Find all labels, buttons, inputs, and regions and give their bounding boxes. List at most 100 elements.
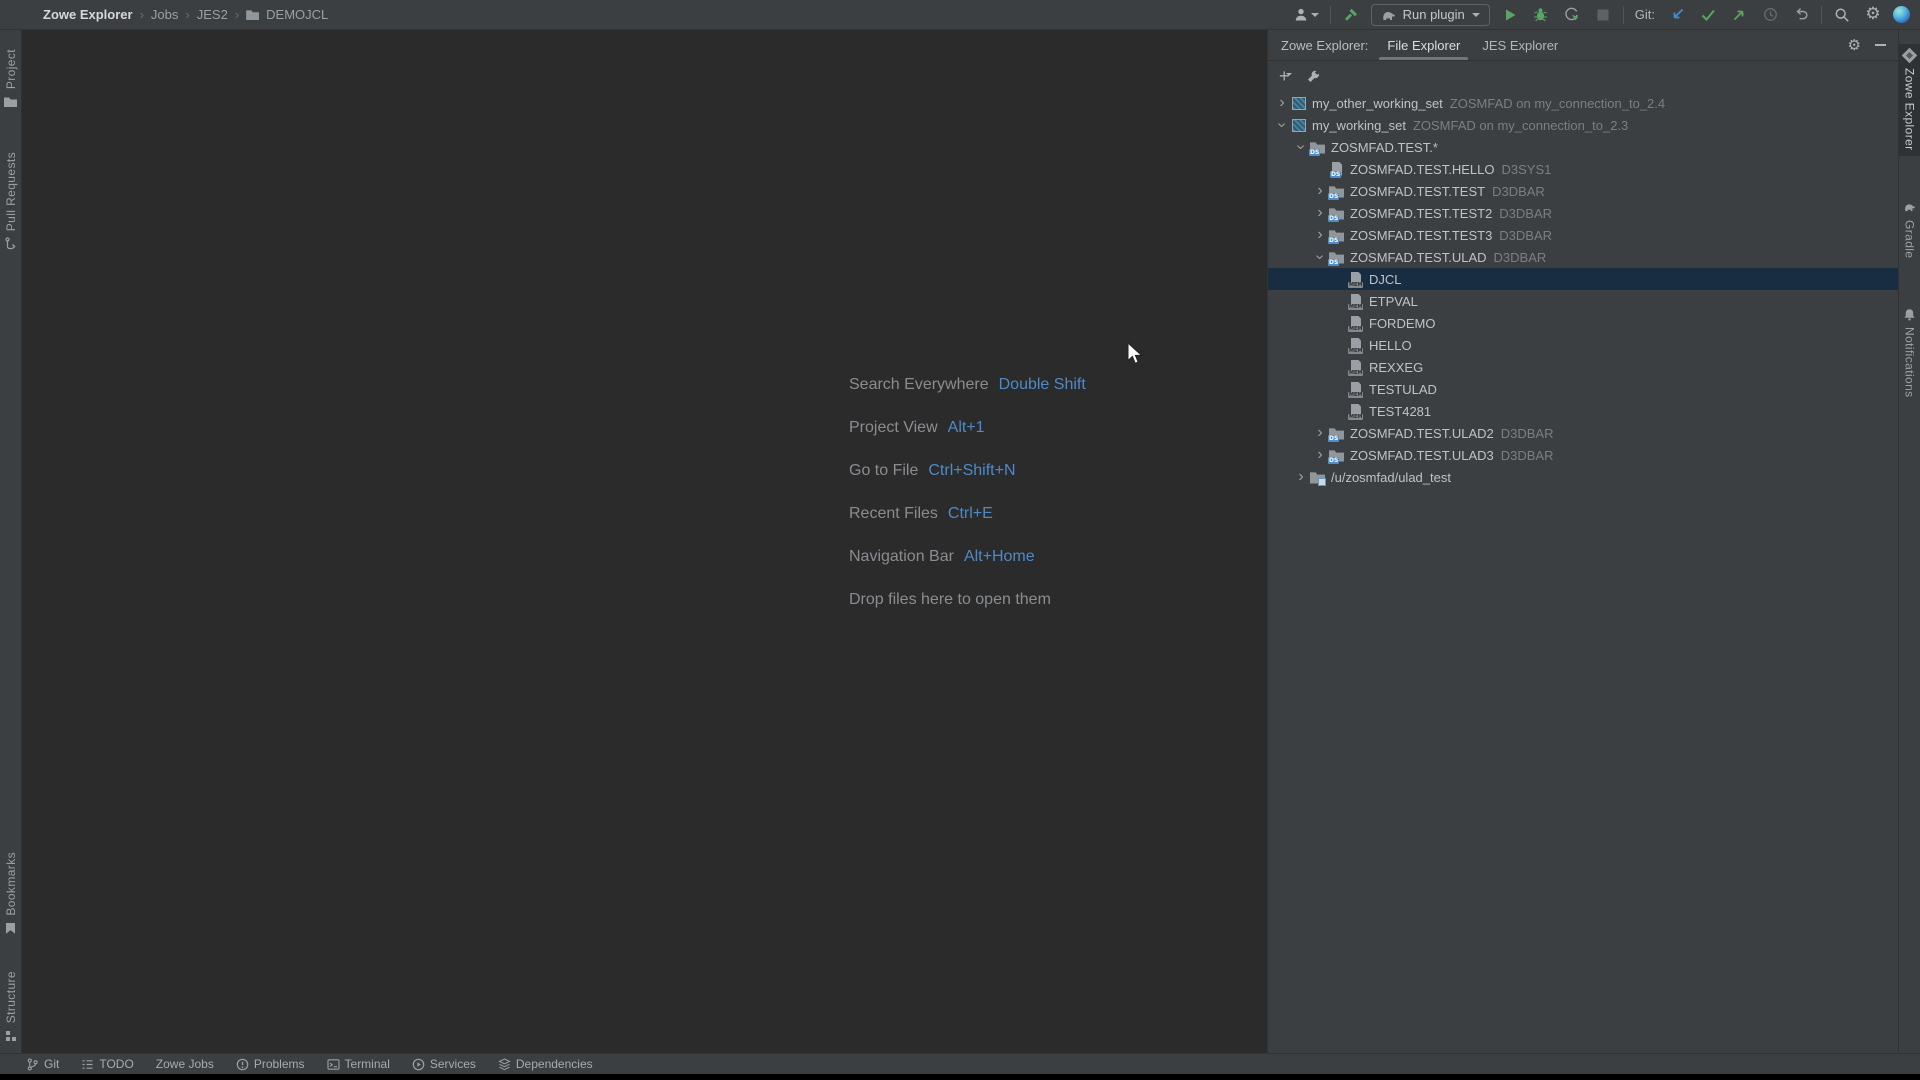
panel-toolbar: + xyxy=(1268,61,1898,92)
tree-row[interactable]: FORDEMO xyxy=(1268,312,1898,334)
tree-chevron-icon[interactable] xyxy=(1273,95,1291,111)
left-stripe-top: Project Pull Requests xyxy=(0,44,22,255)
add-button[interactable]: + xyxy=(1279,68,1296,86)
tree-row[interactable]: ZOSMFAD.TEST.TEST3 D3DBAR xyxy=(1268,224,1898,246)
statusbar-item-zowe-jobs[interactable]: Zowe Jobs xyxy=(156,1057,214,1071)
tree-chevron-icon[interactable] xyxy=(1292,139,1310,155)
tree-item-label: ZOSMFAD.TEST.HELLO xyxy=(1350,162,1494,177)
screen-bottom-edge xyxy=(0,1074,1920,1080)
git-push-button[interactable] xyxy=(1728,4,1750,26)
sidebar-item-structure[interactable]: Structure xyxy=(0,966,22,1047)
tree-row[interactable]: ZOSMFAD.TEST.TEST2 D3DBAR xyxy=(1268,202,1898,224)
statusbar-item-label: Services xyxy=(430,1057,476,1071)
statusbar-item-services[interactable]: Services xyxy=(412,1057,476,1071)
run-button[interactable] xyxy=(1499,4,1521,26)
right-stripe-items: Zowe Explorer Gradle Notifications xyxy=(1899,44,1920,403)
profiler-button[interactable] xyxy=(1561,4,1583,26)
tree-row[interactable]: ETPVAL xyxy=(1268,290,1898,312)
tree-item-icon xyxy=(1348,404,1364,419)
breadcrumb-item-jes2[interactable]: JES2 xyxy=(197,7,228,22)
breadcrumb-item-zowe-explorer[interactable]: Zowe Explorer xyxy=(43,7,133,22)
statusbar-item-problems[interactable]: Problems xyxy=(236,1057,305,1071)
tree-item-suffix: D3DBAR xyxy=(1499,228,1552,243)
breadcrumb-item-jobs[interactable]: Jobs xyxy=(151,7,178,22)
build-project-button[interactable] xyxy=(1340,4,1362,26)
bug-icon xyxy=(1533,7,1548,22)
panel-tabs: File Explorer JES Explorer xyxy=(1385,30,1560,60)
tree-row[interactable]: REXXEG xyxy=(1268,356,1898,378)
search-everywhere-button[interactable] xyxy=(1831,4,1853,26)
stop-button[interactable] xyxy=(1592,4,1614,26)
tree-chevron-icon[interactable] xyxy=(1292,469,1310,485)
sidebar-item-bookmarks[interactable]: Bookmarks xyxy=(0,847,22,940)
shortcut-keys: Double Shift xyxy=(999,376,1086,394)
sidebar-item-label: Pull Requests xyxy=(4,152,18,231)
tree-item-icon xyxy=(1348,338,1364,353)
tree-item-suffix: D3DBAR xyxy=(1494,250,1547,265)
statusbar-item-dependencies[interactable]: Dependencies xyxy=(498,1057,593,1071)
debug-button[interactable] xyxy=(1530,4,1552,26)
sidebar-item-notifications[interactable]: Notifications xyxy=(1899,303,1920,403)
settings-button[interactable]: ⚙ xyxy=(1862,4,1884,26)
gear-icon: ⚙ xyxy=(1865,6,1880,23)
structure-icon xyxy=(4,1029,17,1042)
statusbar-item-git[interactable]: Git xyxy=(26,1057,59,1071)
tree-row[interactable]: ZOSMFAD.TEST.ULAD D3DBAR xyxy=(1268,246,1898,268)
tree-row[interactable]: my_other_working_set ZOSMFAD on my_conne… xyxy=(1268,92,1898,114)
main-toolbar: Zowe Explorer › Jobs › JES2 › DEMOJCL Ru… xyxy=(0,0,1920,30)
run-configuration-select[interactable]: Run plugin xyxy=(1371,4,1490,26)
git-update-button[interactable] xyxy=(1666,4,1688,26)
sidebar-item-zowe-explorer[interactable]: Zowe Explorer xyxy=(1899,44,1920,156)
tree-row[interactable]: ZOSMFAD.TEST.* xyxy=(1268,136,1898,158)
tree-chevron-icon[interactable] xyxy=(1311,249,1329,265)
tree-item-label: ETPVAL xyxy=(1369,294,1418,309)
tree-row[interactable]: /u/zosmfad/ulad_test xyxy=(1268,466,1898,488)
tree-row[interactable]: ZOSMFAD.TEST.ULAD2 D3DBAR xyxy=(1268,422,1898,444)
pull-request-icon xyxy=(4,237,17,250)
tree-row[interactable]: ZOSMFAD.TEST.HELLO D3SYS1 xyxy=(1268,158,1898,180)
tree-chevron-icon[interactable] xyxy=(1311,205,1329,221)
tree-chevron-icon[interactable] xyxy=(1311,425,1329,441)
sidebar-item-label: Project xyxy=(4,49,18,89)
chevron-right-icon: › xyxy=(140,7,144,22)
tree-row[interactable]: DJCL xyxy=(1268,268,1898,290)
tree-item-suffix: D3DBAR xyxy=(1492,184,1545,199)
tree-row[interactable]: TEST4281 xyxy=(1268,400,1898,422)
tree-row[interactable]: HELLO xyxy=(1268,334,1898,356)
shortcut-keys: Ctrl+Shift+N xyxy=(928,462,1015,480)
tree-chevron-icon[interactable] xyxy=(1311,183,1329,199)
statusbar-item-todo[interactable]: TODO xyxy=(81,1057,133,1071)
shortcut-keys: Alt+1 xyxy=(948,419,985,437)
terminal-icon xyxy=(327,1058,340,1071)
sidebar-item-project[interactable]: Project xyxy=(0,44,22,113)
statusbar-item-terminal[interactable]: Terminal xyxy=(327,1057,390,1071)
sidebar-item-pull-requests[interactable]: Pull Requests xyxy=(0,147,22,255)
user-menu-button[interactable] xyxy=(1291,4,1321,26)
tab-jes-explorer[interactable]: JES Explorer xyxy=(1480,30,1560,60)
user-avatar[interactable] xyxy=(1893,6,1910,23)
tab-file-explorer[interactable]: File Explorer xyxy=(1385,30,1462,60)
breadcrumb-item-demojcl[interactable]: DEMOJCL xyxy=(266,7,328,22)
panel-settings-button[interactable]: ⚙ xyxy=(1848,38,1861,53)
shortcut-action-label: Recent Files xyxy=(849,505,938,523)
tree-row[interactable]: my_working_set ZOSMFAD on my_connection_… xyxy=(1268,114,1898,136)
tree-chevron-icon[interactable] xyxy=(1273,117,1291,133)
shortcut-row: Recent Files Ctrl+E xyxy=(849,492,1086,535)
sidebar-item-label: Notifications xyxy=(1903,327,1917,398)
sidebar-item-gradle[interactable]: Gradle xyxy=(1899,196,1920,263)
tree-row[interactable]: ZOSMFAD.TEST.TEST D3DBAR xyxy=(1268,180,1898,202)
toolbar-separator xyxy=(1623,6,1624,24)
tree-chevron-icon[interactable] xyxy=(1311,227,1329,243)
rollback-button[interactable] xyxy=(1790,4,1812,26)
tree-item-suffix: D3DBAR xyxy=(1501,448,1554,463)
tree-item-suffix: D3DBAR xyxy=(1499,206,1552,221)
tree-chevron-icon[interactable] xyxy=(1311,447,1329,463)
tree-row[interactable]: TESTULAD xyxy=(1268,378,1898,400)
chevron-down-icon xyxy=(1286,73,1292,76)
edit-config-button[interactable] xyxy=(1306,70,1320,84)
tree-row[interactable]: ZOSMFAD.TEST.ULAD3 D3DBAR xyxy=(1268,444,1898,466)
zowe-diamond-icon xyxy=(1900,46,1918,64)
history-button[interactable] xyxy=(1759,4,1781,26)
git-commit-button[interactable] xyxy=(1697,4,1719,26)
hide-panel-button[interactable] xyxy=(1875,44,1886,46)
